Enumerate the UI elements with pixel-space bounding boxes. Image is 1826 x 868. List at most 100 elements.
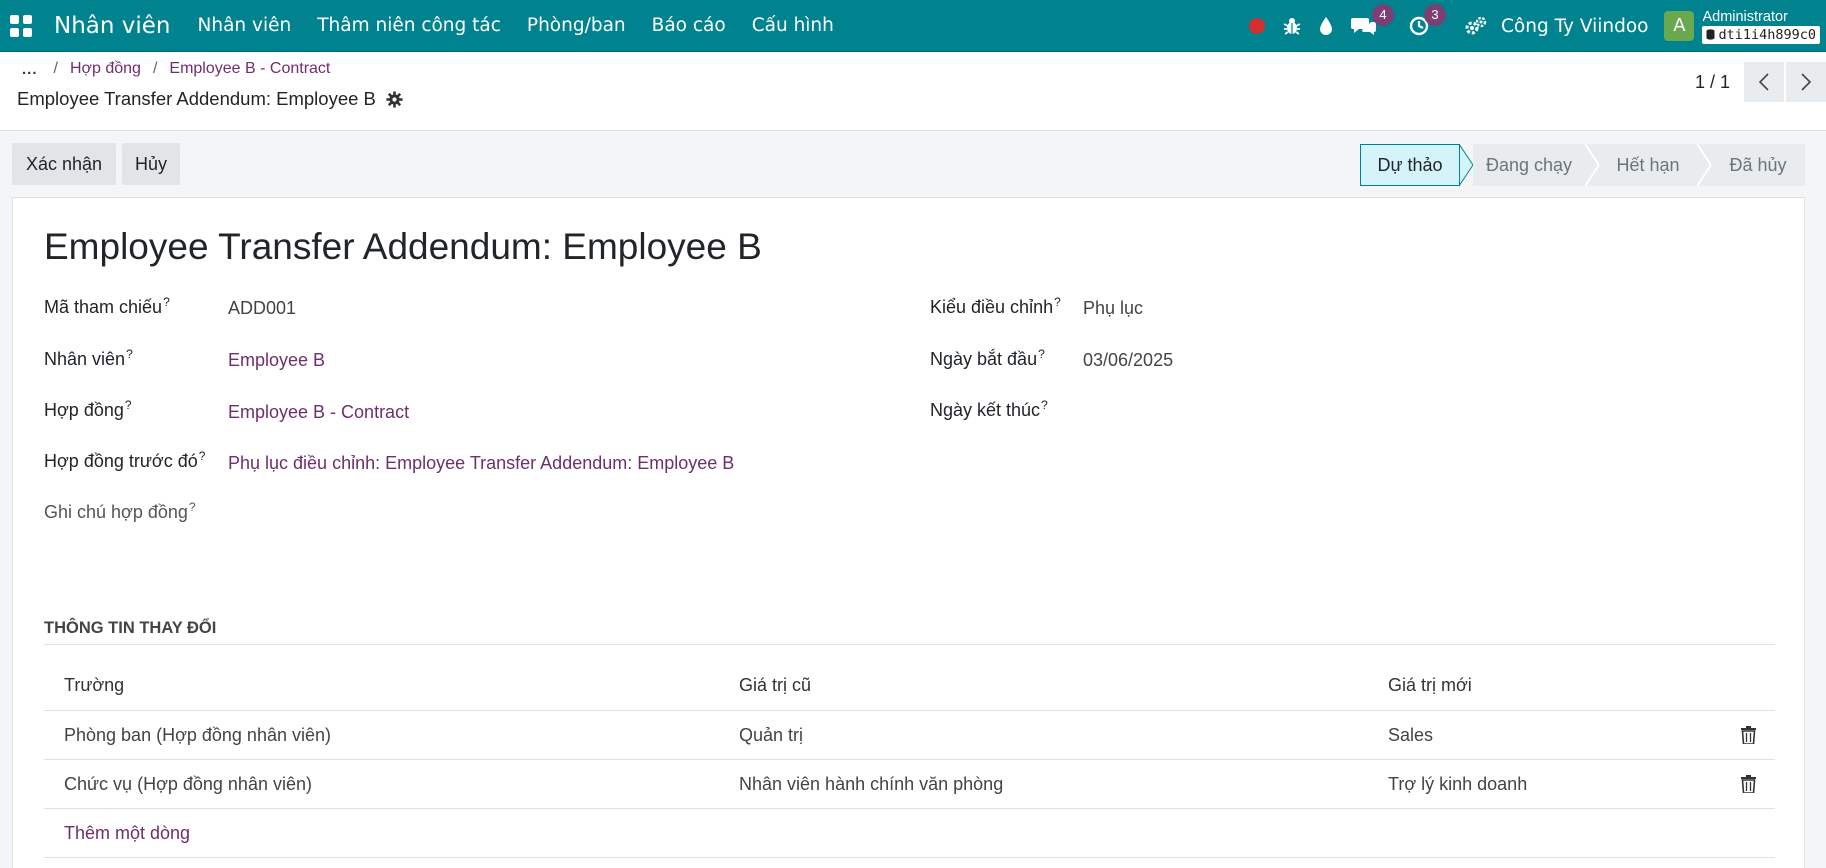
- employee-field[interactable]: Employee B: [228, 350, 325, 371]
- column-header-field[interactable]: Trường: [64, 661, 124, 710]
- form-sheet: Employee Transfer Addendum: Employee B M…: [12, 197, 1805, 868]
- form-title[interactable]: Employee Transfer Addendum: Employee B: [44, 226, 762, 268]
- help-tooltip[interactable]: ?: [125, 398, 132, 412]
- reference-field[interactable]: ADD001: [228, 298, 296, 319]
- help-tooltip[interactable]: ?: [126, 347, 133, 361]
- app-brand[interactable]: Nhân viên: [54, 13, 171, 39]
- database-name: dti1i4h899c0: [1718, 26, 1816, 43]
- drop-icon[interactable]: [1319, 16, 1333, 36]
- action-bar: Xác nhận Hủy Dự thảo Đang chạy Hết hạn Đ…: [0, 131, 1826, 195]
- help-tooltip[interactable]: ?: [189, 500, 196, 514]
- chevron-right-icon: [1801, 73, 1812, 91]
- section-divider: [44, 644, 1775, 645]
- confirm-button[interactable]: Xác nhận: [12, 143, 116, 185]
- help-tooltip[interactable]: ?: [199, 449, 206, 463]
- trash-icon[interactable]: [1741, 775, 1756, 793]
- changes-table: Trường Giá trị cũ Giá trị mới Phòng ban …: [44, 661, 1775, 858]
- label-text: Ngày kết thúc: [930, 400, 1041, 420]
- gears-icon[interactable]: [1465, 16, 1487, 36]
- breadcrumb-current: Employee Transfer Addendum: Employee B: [17, 88, 376, 109]
- contract-note-field[interactable]: [228, 503, 908, 531]
- messages-badge: 4: [1371, 4, 1394, 26]
- field-label-employee: Nhân viên?: [44, 347, 133, 370]
- database-tag: dti1i4h899c0: [1702, 25, 1820, 44]
- pager-previous-button[interactable]: [1744, 62, 1784, 102]
- record-title: Employee Transfer Addendum: Employee B: [17, 88, 403, 110]
- stage-running[interactable]: Đang chạy: [1473, 144, 1585, 186]
- table-header: Trường Giá trị cũ Giá trị mới: [44, 661, 1775, 711]
- stage-arrow-icon: [1585, 144, 1599, 186]
- breadcrumb-separator: /: [152, 60, 158, 77]
- field-label-adjustment-type: Kiểu điều chỉnh?: [930, 295, 1061, 318]
- clock-icon[interactable]: 3: [1409, 4, 1446, 36]
- menu-item-configuration[interactable]: Cấu hình: [739, 0, 847, 52]
- help-tooltip[interactable]: ?: [1041, 398, 1048, 412]
- cell-new-value[interactable]: Trợ lý kinh doanh: [1388, 760, 1527, 809]
- add-line-link[interactable]: Thêm một dòng: [64, 809, 190, 858]
- main-menu: Nhân viên Thâm niên công tác Phòng/ban B…: [185, 0, 847, 52]
- cell-new-value[interactable]: Sales: [1388, 711, 1433, 760]
- cell-field[interactable]: Chức vụ (Hợp đồng nhân viên): [64, 760, 312, 809]
- user-name: Administrator: [1702, 8, 1788, 25]
- pager-next-button[interactable]: [1786, 62, 1826, 102]
- record-dot-icon[interactable]: [1248, 18, 1265, 34]
- previous-contract-field[interactable]: Phụ lục điều chỉnh: Employee Transfer Ad…: [228, 453, 734, 474]
- adjustment-type-field[interactable]: Phụ lục: [1083, 298, 1143, 319]
- field-label-reference: Mã tham chiếu?: [44, 295, 170, 318]
- breadcrumb-ellipsis[interactable]: ...: [22, 61, 38, 78]
- column-header-old-value[interactable]: Giá trị cũ: [739, 661, 811, 710]
- column-header-new-value[interactable]: Giá trị mới: [1388, 661, 1472, 710]
- control-panel: ... / Hợp đồng / Employee B - Contract E…: [0, 52, 1826, 131]
- breadcrumb-item-contracts[interactable]: Hợp đồng: [70, 60, 141, 78]
- end-date-field[interactable]: [1083, 402, 1383, 426]
- avatar[interactable]: A: [1664, 11, 1695, 41]
- stage-expired[interactable]: Hết hạn: [1599, 144, 1697, 186]
- label-text: Mã tham chiếu: [44, 297, 163, 317]
- company-switcher[interactable]: Công Ty Viindoo: [1501, 16, 1648, 37]
- section-title: THÔNG TIN THAY ĐỔI: [44, 619, 217, 637]
- database-icon: [1706, 29, 1715, 40]
- pager: 1 / 1: [1695, 62, 1826, 102]
- apps-grid-icon[interactable]: [10, 14, 32, 37]
- stage-arrow-icon: [1459, 144, 1473, 186]
- status-bar: Dự thảo Đang chạy Hết hạn Đã hủy: [1360, 144, 1805, 186]
- help-tooltip[interactable]: ?: [163, 295, 170, 309]
- menu-item-seniority[interactable]: Thâm niên công tác: [304, 0, 514, 52]
- menu-item-reports[interactable]: Báo cáo: [639, 0, 739, 52]
- cell-old-value[interactable]: Quản trị: [739, 711, 803, 760]
- breadcrumb-separator: /: [53, 60, 58, 77]
- chat-icon[interactable]: 4: [1350, 4, 1394, 36]
- pager-value[interactable]: 1 / 1: [1695, 72, 1730, 93]
- trash-icon[interactable]: [1741, 726, 1756, 744]
- add-line-row: Thêm một dòng: [44, 809, 1775, 858]
- field-label-contract: Hợp đồng?: [44, 398, 132, 421]
- navbar-systray: 4 3 Công Ty Viindoo A Administrator dti1…: [1248, 0, 1826, 52]
- stage-draft[interactable]: Dự thảo: [1360, 144, 1460, 186]
- table-row[interactable]: Phòng ban (Hợp đồng nhân viên) Quản trị …: [44, 711, 1775, 760]
- menu-item-departments[interactable]: Phòng/ban: [514, 0, 639, 52]
- field-label-start-date: Ngày bắt đầu?: [930, 347, 1045, 370]
- field-label-previous-contract: Hợp đồng trước đó?: [44, 449, 205, 472]
- field-label-contract-note: Ghi chú hợp đồng?: [44, 500, 196, 523]
- help-tooltip[interactable]: ?: [1038, 347, 1045, 361]
- cancel-button[interactable]: Hủy: [122, 143, 180, 185]
- label-text: Ngày bắt đầu: [930, 349, 1038, 369]
- contract-field[interactable]: Employee B - Contract: [228, 402, 409, 423]
- label-text: Nhân viên: [44, 349, 126, 369]
- stage-cancelled[interactable]: Đã hủy: [1711, 144, 1805, 186]
- label-text: Hợp đồng trước đó: [44, 451, 198, 471]
- cell-field[interactable]: Phòng ban (Hợp đồng nhân viên): [64, 711, 331, 760]
- table-row[interactable]: Chức vụ (Hợp đồng nhân viên) Nhân viên h…: [44, 760, 1775, 809]
- bug-icon[interactable]: [1283, 16, 1301, 36]
- start-date-field[interactable]: 03/06/2025: [1083, 350, 1173, 371]
- menu-item-employees[interactable]: Nhân viên: [185, 0, 305, 52]
- label-text: Ghi chú hợp đồng: [44, 502, 188, 522]
- cell-old-value[interactable]: Nhân viên hành chính văn phòng: [739, 760, 1003, 809]
- activities-badge: 3: [1423, 4, 1446, 26]
- breadcrumb-item-contract[interactable]: Employee B - Contract: [169, 60, 330, 78]
- gear-icon[interactable]: [386, 90, 403, 108]
- chevron-left-icon: [1758, 73, 1769, 91]
- help-tooltip[interactable]: ?: [1054, 295, 1061, 309]
- label-text: Hợp đồng: [44, 400, 124, 420]
- user-menu[interactable]: Administrator dti1i4h899c0: [1702, 9, 1820, 44]
